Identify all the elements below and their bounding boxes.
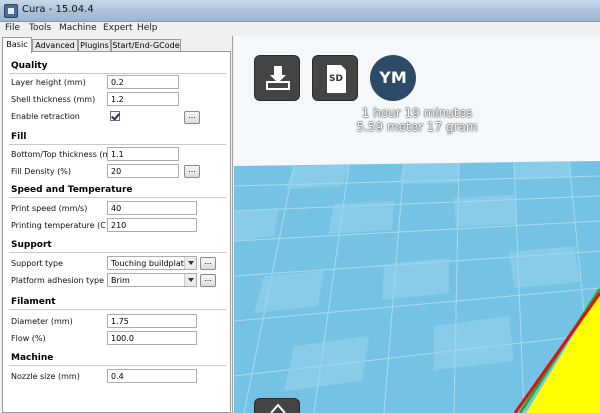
chevron-up-icon <box>270 403 286 413</box>
chevron-down-icon <box>184 257 196 269</box>
section-quality-title: Quality <box>11 61 48 71</box>
layer-height-label: Layer height (mm) <box>11 78 86 87</box>
support-type-select[interactable]: Touching buildplate <box>107 256 197 270</box>
platform-adhesion-value: Brim <box>111 276 130 285</box>
adhesion-settings-button[interactable]: ... <box>200 274 216 287</box>
menu-file[interactable]: File <box>5 23 20 33</box>
save-to-sd-button[interactable]: SD <box>312 55 358 101</box>
print-temperature-label: Printing temperature (C) <box>11 221 109 230</box>
divider <box>9 73 226 74</box>
sd-label: SD <box>329 74 343 84</box>
load-model-button[interactable] <box>254 55 300 101</box>
menu-machine[interactable]: Machine <box>59 23 97 33</box>
youmagine-button[interactable]: YM <box>370 55 416 101</box>
load-icon <box>266 66 290 90</box>
section-speed-title: Speed and Temperature <box>11 185 133 195</box>
tab-basic[interactable]: Basic <box>2 37 32 53</box>
app-icon <box>4 4 18 18</box>
title-bar: Cura - 15.04.4 <box>0 0 600 22</box>
platform-adhesion-select[interactable]: Brim <box>107 273 197 287</box>
support-type-value: Touching buildplate <box>111 259 189 268</box>
chevron-down-icon <box>184 274 196 286</box>
basic-settings: Quality Layer height (mm) 0.2 Shell thic… <box>2 51 231 413</box>
diameter-input[interactable]: 1.75 <box>107 314 197 328</box>
retraction-checkbox[interactable] <box>110 111 120 121</box>
print-temperature-input[interactable]: 210 <box>107 218 197 232</box>
view-mode-button[interactable] <box>254 398 300 413</box>
fill-density-input[interactable]: 20 <box>107 164 179 178</box>
fill-density-label: Fill Density (%) <box>11 167 72 176</box>
nozzle-size-label: Nozzle size (mm) <box>11 372 80 381</box>
window-title: Cura - 15.04.4 <box>22 4 94 15</box>
print-material: 5.59 meter 17 gram <box>356 120 478 134</box>
section-support-title: Support <box>11 240 52 250</box>
print-speed-label: Print speed (mm/s) <box>11 204 88 213</box>
shell-thickness-label: Shell thickness (mm) <box>11 95 96 104</box>
shell-thickness-input[interactable]: 1.2 <box>107 92 179 106</box>
section-filament-title: Filament <box>11 297 56 307</box>
youmagine-icon: YM <box>379 68 407 87</box>
retraction-settings-button[interactable]: ... <box>184 111 200 124</box>
fill-settings-button[interactable]: ... <box>184 165 200 178</box>
divider <box>9 144 226 145</box>
flow-label: Flow (%) <box>11 334 46 343</box>
settings-tabs: Basic Advanced Plugins Start/End-GCode <box>2 37 231 53</box>
section-machine-title: Machine <box>11 353 54 363</box>
diameter-label: Diameter (mm) <box>11 317 73 326</box>
divider <box>9 197 226 198</box>
menu-tools[interactable]: Tools <box>29 23 51 33</box>
support-settings-button[interactable]: ... <box>200 257 216 270</box>
bottom-top-thickness-label: Bottom/Top thickness (mm) <box>11 150 122 159</box>
divider <box>9 365 226 366</box>
divider <box>9 252 226 253</box>
menu-bar: File Tools Machine Expert Help <box>0 22 600 36</box>
print-time: 1 hour 19 minutes <box>361 106 473 120</box>
menu-expert[interactable]: Expert <box>103 23 133 33</box>
menu-help[interactable]: Help <box>137 23 158 33</box>
3d-viewport[interactable]: SD YM 1 hour 19 minutes 5.59 meter 17 gr… <box>234 36 600 413</box>
settings-panel: Basic Advanced Plugins Start/End-GCode Q… <box>0 36 233 413</box>
divider <box>9 309 226 310</box>
support-type-label: Support type <box>11 259 64 268</box>
platform-adhesion-label: Platform adhesion type <box>11 276 105 285</box>
bottom-top-thickness-input[interactable]: 1.1 <box>107 147 179 161</box>
flow-input[interactable]: 100.0 <box>107 331 197 345</box>
section-fill-title: Fill <box>11 132 27 142</box>
retraction-label: Enable retraction <box>11 112 80 121</box>
print-speed-input[interactable]: 40 <box>107 201 197 215</box>
nozzle-size-input[interactable]: 0.4 <box>107 369 197 383</box>
layer-height-input[interactable]: 0.2 <box>107 75 179 89</box>
